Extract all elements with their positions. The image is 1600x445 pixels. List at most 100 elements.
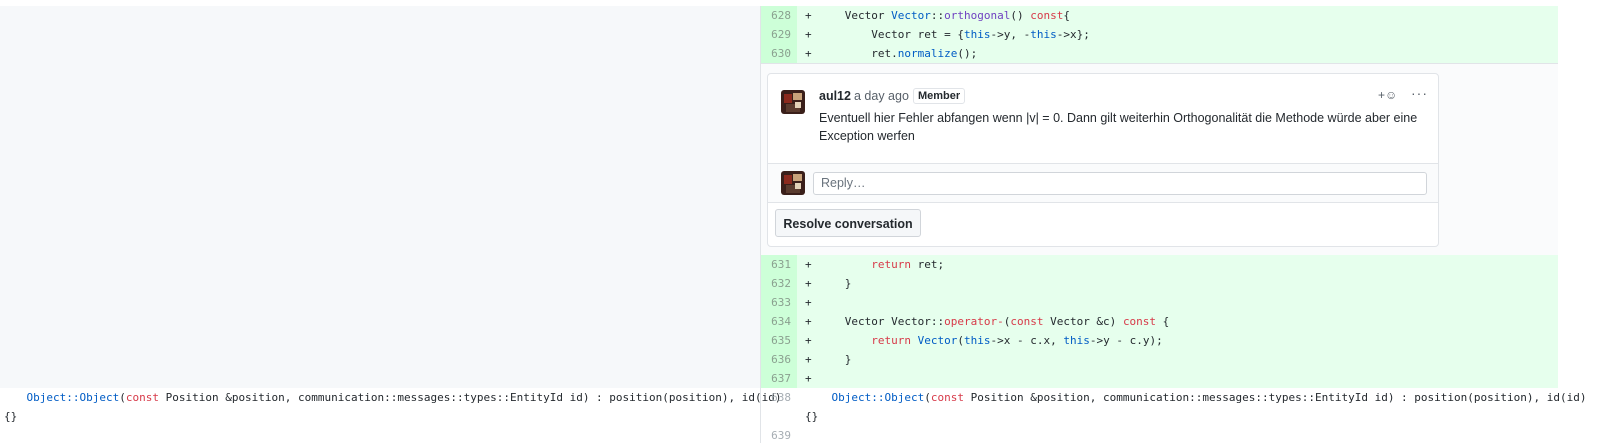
code-token: ( [957, 334, 964, 347]
code-token: return [871, 258, 911, 271]
addition-marker: + [805, 353, 819, 366]
addition-marker: + [805, 277, 819, 290]
code-token: Vector Vector:: [818, 315, 945, 328]
comment-body: Eventuell hier Fehler abfangen wenn |v| … [819, 111, 1418, 143]
code-token: ->x}; [1056, 28, 1090, 41]
avatar[interactable] [781, 90, 805, 114]
line-number[interactable]: 631 [761, 255, 797, 274]
code-token: ( [924, 391, 931, 404]
added-line: 630 + ret.normalize(); [761, 44, 1558, 63]
code-token: this [963, 334, 991, 347]
comment-author[interactable]: aul12 [819, 89, 851, 103]
code-token: Position &position, communication::messa… [963, 391, 1587, 404]
code-token: const [930, 391, 964, 404]
line-number[interactable]: 639 [761, 426, 791, 445]
code-token: (); [957, 47, 978, 60]
line-number[interactable]: 635 [761, 331, 797, 350]
added-line: 632 + } [761, 274, 1558, 293]
line-number[interactable]: 628 [761, 6, 797, 25]
code-token: const [1010, 315, 1044, 328]
addition-marker: + [805, 372, 819, 385]
reply-avatar [781, 171, 805, 195]
code-token: Position &position, communication::messa… [158, 391, 782, 404]
added-line: 633 + [761, 293, 1558, 312]
code-line: + Vector Vector::orthogonal() const{ [805, 6, 1070, 25]
addition-marker: + [805, 258, 819, 271]
code-token: ret. [818, 47, 898, 60]
context-line-right: 639 [761, 426, 1558, 445]
context-line-left: {} [4, 407, 764, 426]
context-line-left: Object::Object(const Position &position,… [0, 388, 781, 407]
code-token: normalize [897, 47, 958, 60]
reply-input[interactable]: Reply… [813, 172, 1427, 195]
addition-marker: + [805, 315, 819, 328]
line-number[interactable]: 634 [761, 312, 797, 331]
code-token: } [818, 277, 852, 290]
more-options-icon[interactable]: ··· [1411, 85, 1428, 101]
code-token: :: [930, 9, 945, 22]
addition-marker: + [805, 47, 819, 60]
code-token: Vector [917, 334, 958, 347]
code-token: { [1063, 9, 1070, 22]
code-token: } [818, 353, 852, 366]
code-token: this [1063, 334, 1090, 347]
line-number[interactable]: 630 [761, 44, 797, 63]
code-token: return [871, 334, 911, 347]
code-token: Object::Object [0, 391, 120, 404]
review-comment-thread: aul12 a day ago Member +☺ ··· Eventuell … [767, 73, 1439, 247]
code-token: Vector ret = { [818, 28, 964, 41]
added-line: 635 + return Vector(this->x - c.x, this->… [761, 331, 1558, 350]
code-token: operator- [944, 315, 1004, 328]
added-line: 637 + [761, 369, 1558, 388]
code-token: Vector [891, 9, 931, 22]
addition-marker: + [805, 334, 819, 347]
line-number[interactable]: 637 [761, 369, 797, 388]
code-token: ->x - c.x, [990, 334, 1064, 347]
line-number[interactable]: 638 [761, 388, 791, 407]
left-diff-empty-pane [0, 6, 760, 388]
code-token: ( [119, 391, 126, 404]
added-line: 629 + Vector ret = {this->y, -this->x}; [761, 25, 1558, 44]
code-token: ->y, - [990, 28, 1031, 41]
code-line: + Vector Vector::operator-(const Vector … [805, 312, 1169, 331]
added-line: 634 + Vector Vector::operator-(const Vect… [761, 312, 1558, 331]
code-line: + ret.normalize(); [805, 44, 977, 63]
addition-marker: + [805, 296, 819, 309]
context-line-right: 638 Object::Object(const Position &posit… [761, 388, 1586, 407]
code-token: orthogonal [944, 9, 1011, 22]
code-token: Object::Object [805, 391, 925, 404]
code-line: + [805, 369, 818, 388]
added-line: 628 + Vector Vector::orthogonal() const{ [761, 6, 1558, 25]
addition-marker: + [805, 9, 819, 22]
code-token: () [1010, 9, 1031, 22]
add-reaction-icon[interactable]: +☺ [1378, 88, 1397, 102]
code-token: const [1030, 9, 1064, 22]
added-line: 636 + } [761, 350, 1558, 369]
code-token: const [125, 391, 159, 404]
code-token: this [963, 28, 991, 41]
code-line: + } [805, 274, 851, 293]
member-badge: Member [913, 88, 966, 104]
line-number[interactable]: 633 [761, 293, 797, 312]
code-line: Object::Object(const Position &position,… [805, 388, 1587, 407]
code-token: { [1156, 315, 1170, 328]
code-token: {} [4, 410, 18, 423]
code-token: Vector &c) [1043, 315, 1123, 328]
added-line: 631 + return ret; [761, 255, 1558, 274]
code-token: const [1122, 315, 1157, 328]
line-number[interactable]: 632 [761, 274, 797, 293]
addition-marker: + [805, 28, 819, 41]
reply-bar: Reply… [768, 163, 1438, 203]
line-number[interactable]: 636 [761, 350, 797, 369]
code-line: {} [805, 407, 818, 426]
code-line: + return ret; [805, 255, 944, 274]
code-token: Vector [818, 9, 892, 22]
code-line: + [805, 293, 818, 312]
code-line: + } [805, 350, 851, 369]
comment-timestamp[interactable]: a day ago [854, 89, 909, 103]
resolve-conversation-button[interactable]: Resolve conversation [775, 209, 921, 237]
line-number[interactable]: 629 [761, 25, 797, 44]
